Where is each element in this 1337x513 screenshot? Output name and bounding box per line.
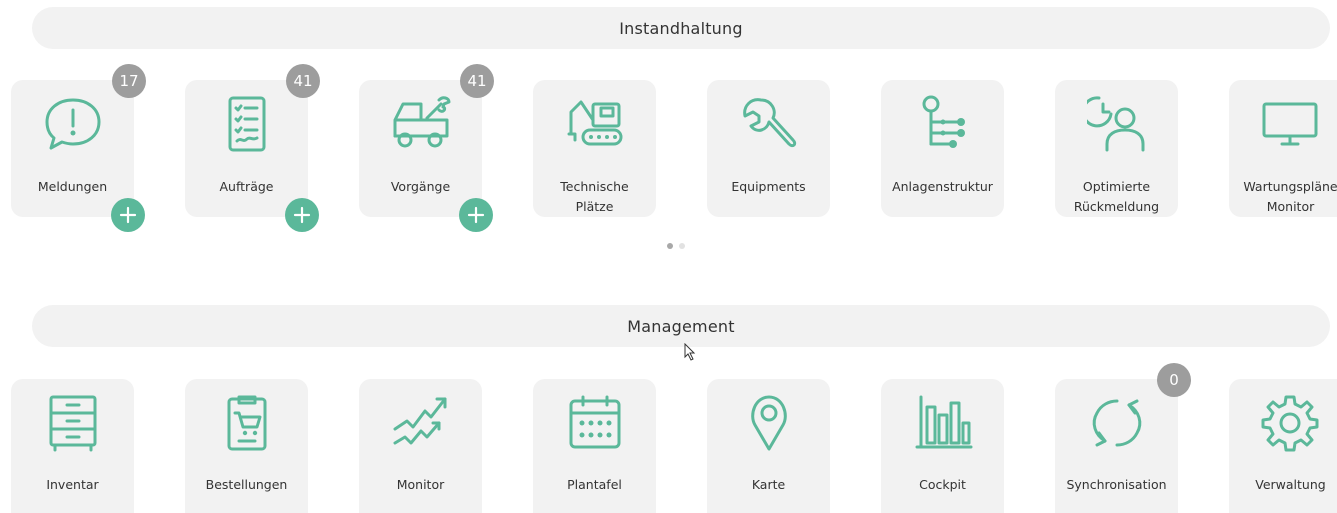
tile-label: Inventar bbox=[46, 477, 99, 492]
cabinet-icon bbox=[43, 393, 103, 453]
add-vorgang-button[interactable] bbox=[459, 198, 493, 232]
section-title: Management bbox=[627, 316, 735, 336]
tile-label: Optimierte Rückmeldung bbox=[1073, 179, 1160, 214]
tile-inventar[interactable]: Inventar bbox=[11, 379, 134, 513]
tile-label: Verwaltung bbox=[1255, 477, 1326, 492]
pagination-dot-active[interactable] bbox=[667, 243, 673, 249]
tile-equipments[interactable]: Equipments bbox=[707, 80, 830, 217]
checklist-icon bbox=[217, 94, 277, 154]
count-badge-auftraege: 41 bbox=[286, 64, 320, 98]
hierarchy-icon bbox=[913, 94, 973, 154]
section-title: Instandhaltung bbox=[619, 18, 743, 38]
carousel-pagination bbox=[667, 243, 685, 249]
count-badge-synchronisation: 0 bbox=[1157, 363, 1191, 397]
tile-monitor[interactable]: Monitor bbox=[359, 379, 482, 513]
tile-label: Plantafel bbox=[567, 477, 622, 492]
tile-label: Karte bbox=[751, 477, 786, 492]
tile-cockpit[interactable]: Cockpit bbox=[881, 379, 1004, 513]
plus-icon bbox=[293, 206, 311, 224]
count-badge-meldungen: 17 bbox=[112, 64, 146, 98]
tile-technische-plaetze[interactable]: Technische Plätze bbox=[533, 80, 656, 217]
add-meldung-button[interactable] bbox=[111, 198, 145, 232]
tile-label: Monitor bbox=[396, 477, 445, 492]
tile-label: Bestellungen bbox=[205, 477, 288, 492]
tile-wartungsplaene-monitor[interactable]: Wartungspläne Monitor bbox=[1229, 80, 1337, 217]
clipboard-cart-icon bbox=[217, 393, 277, 453]
gear-icon bbox=[1260, 393, 1320, 453]
tile-karte[interactable]: Karte bbox=[707, 379, 830, 513]
monitor-icon bbox=[1260, 94, 1320, 154]
tile-meldungen[interactable]: Meldungen bbox=[11, 80, 134, 217]
tile-plantafel[interactable]: Plantafel bbox=[533, 379, 656, 513]
tile-verwaltung[interactable]: Verwaltung bbox=[1229, 379, 1337, 513]
section-header-instandhaltung: Instandhaltung bbox=[32, 7, 1330, 49]
tile-label: Synchronisation bbox=[1066, 477, 1167, 492]
tile-bestellungen[interactable]: Bestellungen bbox=[185, 379, 308, 513]
bar-chart-icon bbox=[913, 393, 973, 453]
calendar-icon bbox=[565, 393, 625, 453]
excavator-icon bbox=[565, 94, 625, 154]
plus-icon bbox=[467, 206, 485, 224]
tile-label: Aufträge bbox=[219, 179, 274, 194]
tile-synchronisation[interactable]: Synchronisation bbox=[1055, 379, 1178, 513]
tile-optimierte-rueckmeldung[interactable]: Optimierte Rückmeldung bbox=[1055, 80, 1178, 217]
tile-label: Technische Plätze bbox=[560, 179, 629, 214]
trend-chart-icon bbox=[391, 393, 451, 453]
truck-wrench-icon bbox=[391, 94, 451, 154]
pagination-dot[interactable] bbox=[679, 243, 685, 249]
tile-label: Wartungspläne Monitor bbox=[1243, 179, 1337, 214]
section-header-management: Management bbox=[32, 305, 1330, 347]
add-auftrag-button[interactable] bbox=[285, 198, 319, 232]
tile-label: Meldungen bbox=[37, 179, 108, 194]
plus-icon bbox=[119, 206, 137, 224]
tile-vorgaenge[interactable]: Vorgänge bbox=[359, 80, 482, 217]
tile-label: Vorgänge bbox=[390, 179, 451, 194]
tile-auftraege[interactable]: Aufträge bbox=[185, 80, 308, 217]
sync-icon bbox=[1087, 393, 1147, 453]
clock-user-icon bbox=[1081, 94, 1147, 154]
exclamation-bubble-icon bbox=[43, 94, 103, 154]
map-pin-icon bbox=[739, 393, 799, 453]
tile-label: Equipments bbox=[731, 179, 806, 194]
tile-label: Anlagenstruktur bbox=[892, 179, 993, 194]
tile-label: Cockpit bbox=[919, 477, 966, 492]
tile-anlagenstruktur[interactable]: Anlagenstruktur bbox=[881, 80, 1004, 217]
count-badge-vorgaenge: 41 bbox=[460, 64, 494, 98]
wrench-icon bbox=[739, 94, 799, 154]
mouse-cursor-icon bbox=[684, 343, 696, 361]
